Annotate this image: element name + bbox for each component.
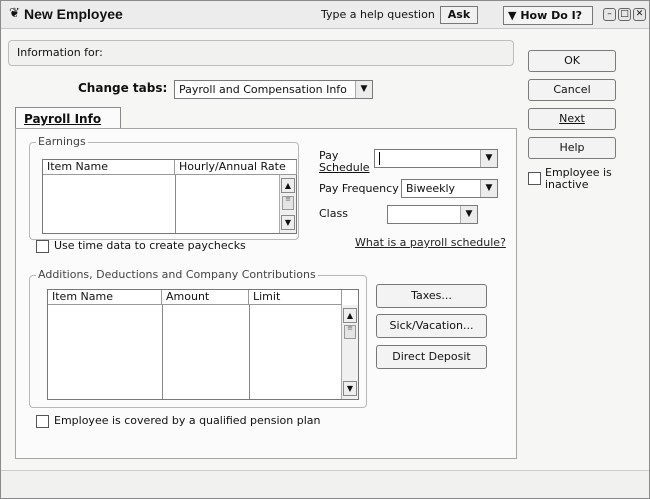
information-for-bar: Information for: (8, 40, 514, 66)
scroll-down-icon[interactable]: ▼ (343, 381, 357, 396)
pension-plan-checkbox[interactable] (36, 415, 49, 428)
tab-payroll-info[interactable]: Payroll Info (15, 107, 121, 129)
earnings-scrollbar[interactable]: ▲ ≡ ▼ (279, 175, 296, 233)
change-tabs-dropdown[interactable]: Payroll and Compensation Info ▼ (174, 80, 373, 99)
minimize-icon[interactable]: – (603, 8, 616, 21)
earnings-table[interactable]: Item Name Hourly/Annual Rate ▲ ≡ ▼ (42, 159, 297, 234)
earnings-column-divider (175, 175, 176, 233)
pay-schedule-dropdown[interactable]: ▼ (374, 149, 498, 168)
scroll-down-icon[interactable]: ▼ (281, 215, 295, 230)
cancel-button[interactable]: Cancel (528, 79, 616, 101)
scroll-thumb[interactable]: ≡ (344, 325, 356, 339)
pay-frequency-dropdown[interactable]: Biweekly ▼ (401, 179, 498, 198)
earnings-item-header: Item Name (43, 160, 175, 175)
use-time-data-label: Use time data to create paychecks (54, 239, 246, 252)
additions-limit-header: Limit (249, 290, 342, 305)
next-button[interactable]: Next (528, 108, 616, 130)
earnings-group: Earnings Item Name Hourly/Annual Rate ▲ … (29, 135, 299, 240)
title-bar: ❦ New Employee Type a help question Ask … (1, 1, 649, 29)
close-icon[interactable]: ✕ (633, 8, 646, 21)
additions-table[interactable]: Item Name Amount Limit ▲ ≡ ▼ (47, 289, 359, 400)
employee-inactive-checkbox[interactable] (528, 172, 541, 185)
class-dropdown[interactable]: ▼ (387, 205, 478, 224)
payroll-schedule-link[interactable]: What is a payroll schedule? (355, 236, 506, 249)
dropdown-triangle-icon: ▼ (508, 9, 517, 22)
text-cursor (379, 152, 380, 165)
additions-column-divider (249, 305, 250, 399)
maximize-icon[interactable]: □ (618, 8, 631, 21)
direct-deposit-button[interactable]: Direct Deposit (376, 345, 487, 369)
window-title: New Employee (24, 6, 123, 22)
new-employee-window: ❦ New Employee Type a help question Ask … (0, 0, 650, 499)
pension-plan-label: Employee is covered by a qualified pensi… (54, 414, 321, 427)
pay-frequency-value: Biweekly (406, 182, 456, 195)
status-bar (1, 470, 649, 498)
payroll-info-panel: Earnings Item Name Hourly/Annual Rate ▲ … (15, 128, 517, 459)
information-for-label: Information for: (17, 46, 103, 59)
change-tabs-value: Payroll and Compensation Info (179, 83, 347, 96)
tab-payroll-info-label: Payroll Info (24, 112, 102, 126)
scroll-up-icon[interactable]: ▲ (281, 178, 295, 193)
earnings-rate-header: Hourly/Annual Rate (175, 160, 297, 175)
chevron-down-icon: ▼ (480, 180, 497, 197)
additions-group: Additions, Deductions and Company Contri… (29, 268, 367, 408)
chevron-down-icon: ▼ (355, 81, 372, 98)
use-time-data-checkbox[interactable] (36, 240, 49, 253)
chevron-down-icon: ▼ (460, 206, 477, 223)
sick-vacation-button[interactable]: Sick/Vacation... (376, 314, 487, 338)
pay-frequency-label: Pay Frequency (319, 182, 399, 195)
quickbooks-icon: ❦ (9, 6, 20, 21)
change-tabs-label: Change tabs: (78, 81, 168, 95)
how-do-i-label: How Do I? (520, 9, 583, 22)
additions-scrollbar[interactable]: ▲ ≡ ▼ (341, 305, 358, 399)
employee-inactive-label: Employee is inactive (545, 166, 612, 191)
how-do-i-button[interactable]: ▼ How Do I? (503, 6, 593, 25)
help-question-input[interactable]: Type a help question (321, 8, 435, 21)
earnings-legend: Earnings (36, 135, 88, 148)
ask-button[interactable]: Ask (440, 6, 478, 24)
scroll-thumb[interactable]: ≡ (282, 196, 294, 210)
chevron-down-icon: ▼ (480, 150, 497, 167)
scroll-up-icon[interactable]: ▲ (343, 308, 357, 323)
pay-schedule-label: Pay Schedule (319, 149, 370, 174)
class-label: Class (319, 207, 348, 220)
help-button[interactable]: Help (528, 137, 616, 159)
taxes-button[interactable]: Taxes... (376, 284, 487, 308)
additions-item-header: Item Name (48, 290, 162, 305)
additions-column-divider (162, 305, 163, 399)
ok-button[interactable]: OK (528, 50, 616, 72)
additions-legend: Additions, Deductions and Company Contri… (36, 268, 318, 281)
additions-amount-header: Amount (162, 290, 249, 305)
